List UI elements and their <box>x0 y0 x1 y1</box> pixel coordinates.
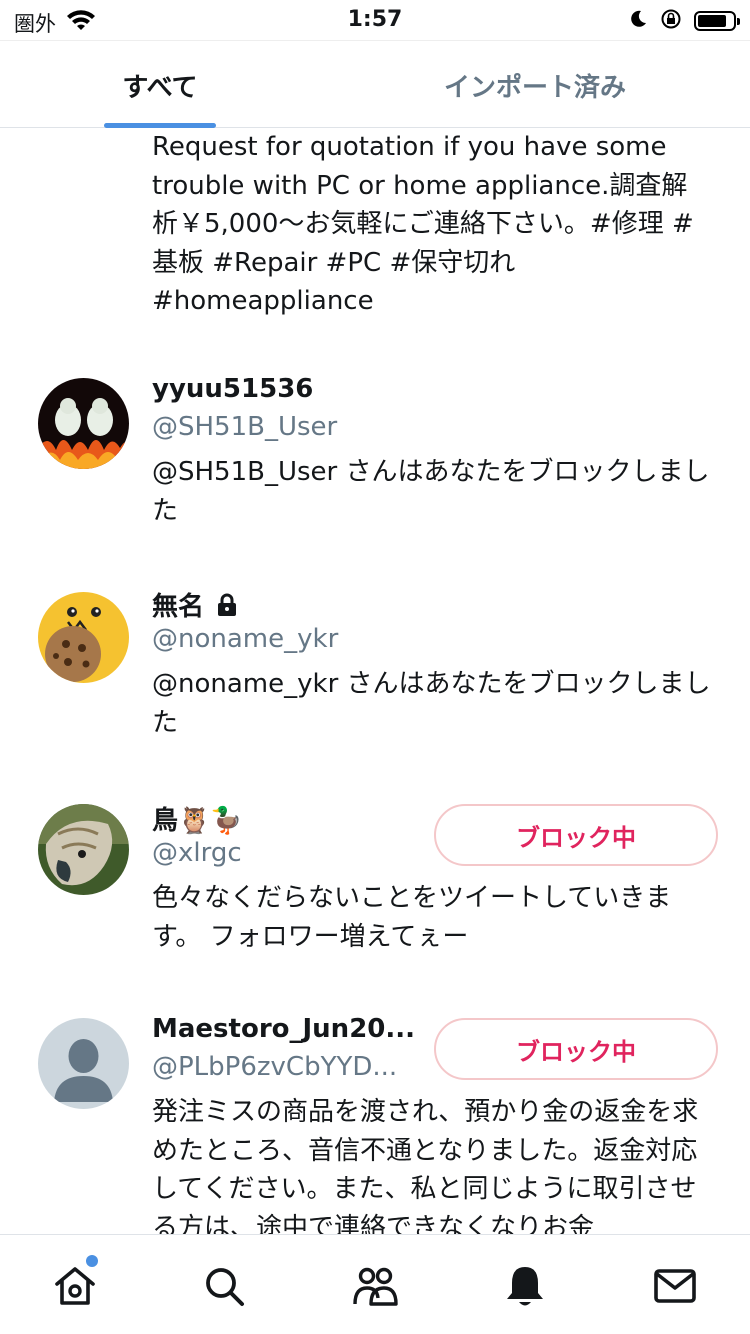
tab-bar: すべて インポート済み <box>0 40 750 128</box>
people-icon <box>351 1264 399 1312</box>
display-name-text: 無名 <box>152 592 205 622</box>
display-name: 鳥🦉🦆 <box>152 806 243 836</box>
nav-search[interactable] <box>199 1263 249 1313</box>
nav-messages[interactable] <box>650 1263 700 1313</box>
home-icon <box>53 1264 97 1312</box>
status-bar: 圏外 1:57 <box>0 0 750 40</box>
list-item-bio: @noname_ykr さんはあなたをブロックしました <box>152 669 711 738</box>
user-handle: @SH51B_User <box>152 412 338 442</box>
blocked-accounts-list[interactable]: Request for quotation if you have some t… <box>0 128 750 1234</box>
user-handle: @xlrgc <box>152 838 242 868</box>
bell-icon <box>503 1263 547 1313</box>
moon-icon <box>628 9 648 33</box>
status-right <box>628 8 740 34</box>
user-handle: @noname_ykr <box>152 624 339 654</box>
avatar[interactable] <box>38 592 129 683</box>
tab-all[interactable]: すべて <box>80 41 240 129</box>
list-item-bio: @SH51B_User さんはあなたをブロックしました <box>152 457 710 526</box>
list-item-bio: Request for quotation if you have some t… <box>152 132 694 316</box>
avatar[interactable] <box>38 1018 129 1109</box>
list-item-bio: 発注ミスの商品を渡され、預かり金の返金を求めたところ、音信不通となりました。返金… <box>152 1097 699 1234</box>
blocked-button[interactable]: ブロック中 <box>434 1018 718 1080</box>
notification-dot <box>86 1255 98 1267</box>
avatar[interactable] <box>38 804 129 895</box>
battery-icon <box>694 11 740 31</box>
bottom-tab-bar <box>0 1234 750 1334</box>
lock-icon <box>217 593 237 624</box>
avatar[interactable] <box>38 378 129 469</box>
nav-notifications[interactable] <box>500 1263 550 1313</box>
search-icon <box>202 1264 246 1312</box>
list-item-bio: 色々なくだらないことをツイートしていきます。 フォロワー増えてぇー <box>152 883 672 952</box>
blocked-button[interactable]: ブロック中 <box>434 804 718 866</box>
nav-home[interactable] <box>50 1263 100 1313</box>
tab-imported[interactable]: インポート済み <box>400 41 670 129</box>
display-name: Maestoro_Jun20... <box>152 1014 416 1044</box>
nav-people[interactable] <box>350 1263 400 1313</box>
orientation-lock-icon <box>660 8 682 34</box>
user-handle: @PLbP6zvCbYYD... <box>152 1052 398 1082</box>
display-name: 無名 <box>152 586 237 624</box>
display-name: yyuu51536 <box>152 374 314 404</box>
mail-icon <box>653 1266 697 1310</box>
